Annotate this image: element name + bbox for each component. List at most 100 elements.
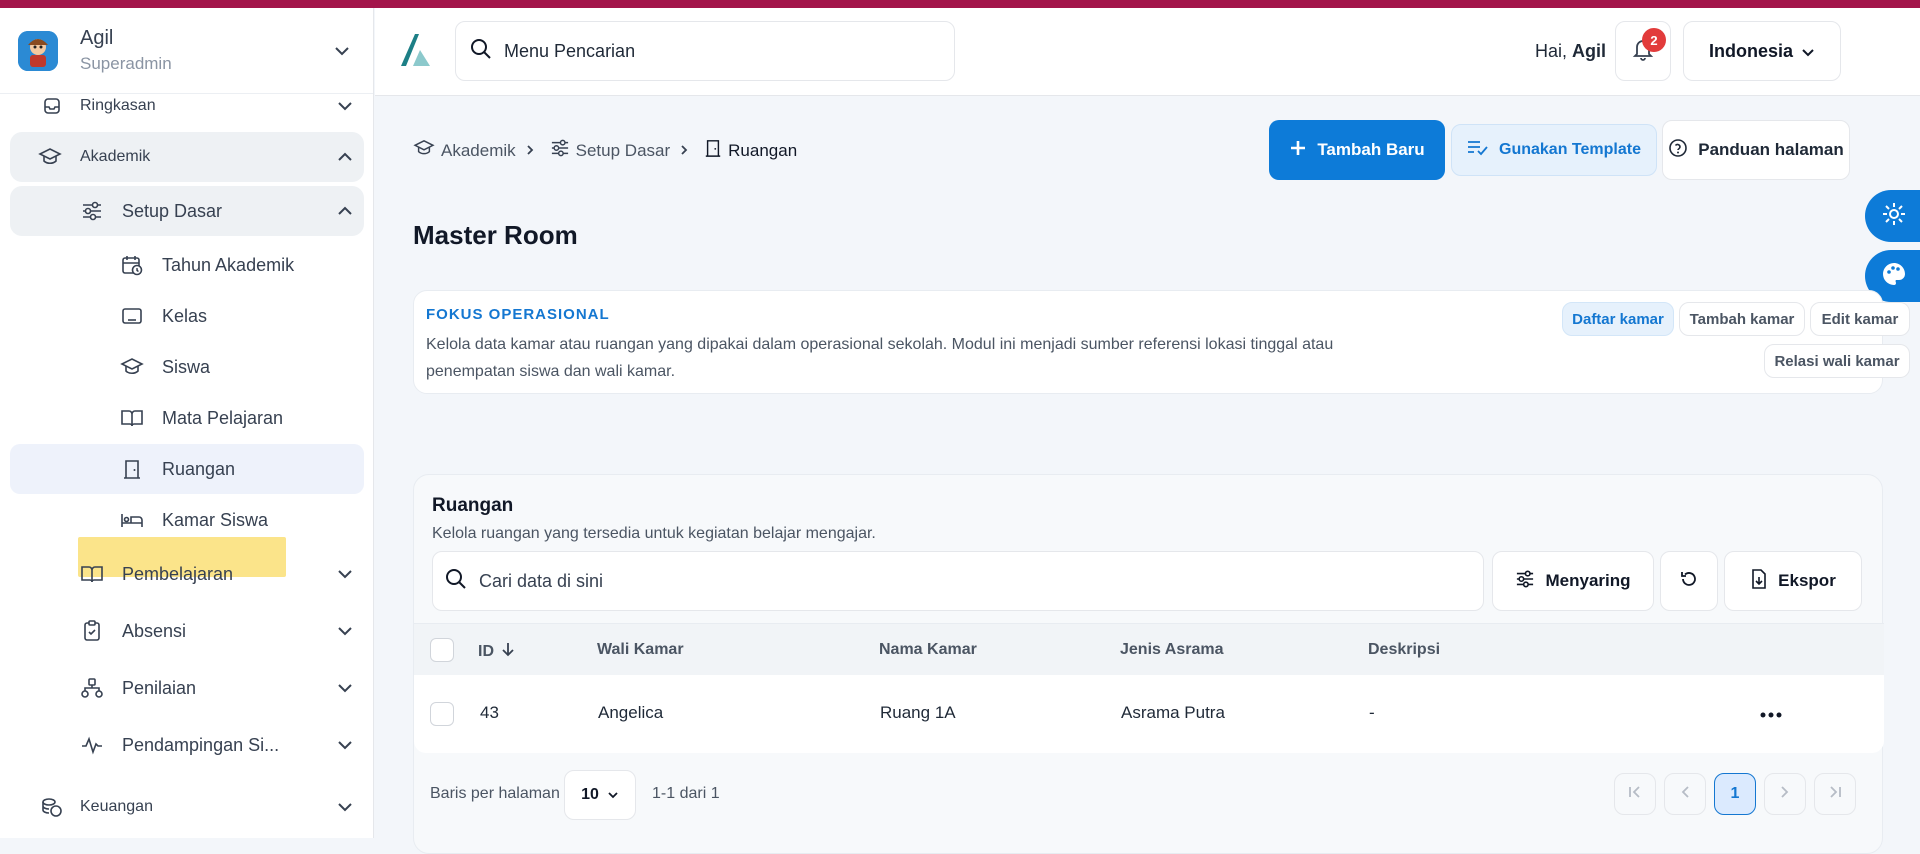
sidebar-item-label: Pembelajaran	[122, 563, 234, 584]
filter-button[interactable]: Menyaring	[1492, 551, 1654, 611]
settings-float-button[interactable]	[1865, 190, 1920, 242]
inbox-icon	[38, 92, 66, 120]
sidebar-item-ringkasan[interactable]: Ringkasan	[10, 86, 364, 126]
chevron-down-icon	[334, 563, 356, 585]
card-title: Ruangan	[432, 495, 514, 516]
refresh-button[interactable]	[1660, 551, 1718, 611]
sidebar-item-mata-pelajaran[interactable]: Mata Pelajaran	[10, 393, 364, 443]
add-new-button[interactable]: Tambah Baru	[1269, 120, 1445, 180]
chip-relasi-wali-kamar[interactable]: Relasi wali kamar	[1764, 344, 1910, 378]
table-search-placeholder: Cari data di sini	[479, 570, 604, 591]
tablet-icon	[118, 302, 146, 330]
language-select[interactable]: Indonesia	[1683, 21, 1841, 81]
sidebar-item-label: Mata Pelajaran	[162, 407, 284, 428]
more-actions-icon[interactable]	[1760, 705, 1782, 723]
sidebar-item-setup-dasar[interactable]: Setup Dasar	[10, 186, 364, 236]
notification-badge: 2	[1642, 28, 1666, 52]
chevron-right-icon	[526, 141, 540, 161]
door-icon	[704, 138, 728, 163]
chip-daftar-kamar[interactable]: Daftar kamar	[1562, 302, 1674, 336]
select-all-checkbox[interactable]	[430, 638, 454, 662]
use-template-button[interactable]: Gunakan Template	[1451, 124, 1657, 176]
export-label: Ekspor	[1778, 571, 1836, 590]
network-icon	[78, 674, 106, 702]
sidebar-item-label: Ruangan	[162, 458, 236, 479]
sidebar-item-keuangan[interactable]: Keuangan	[10, 782, 364, 832]
rows-per-page-select[interactable]: 10	[564, 770, 636, 820]
topbar: Menu Pencarian Hai, Agil 2 Indonesia	[375, 8, 1920, 96]
notification-button[interactable]: 2	[1615, 21, 1671, 81]
sidebar-item-absensi[interactable]: Absensi	[10, 606, 364, 656]
sidebar-item-label: Penilaian	[122, 677, 197, 698]
search-icon	[470, 38, 492, 65]
table-row[interactable]: 43 Angelica Ruang 1A Asrama Putra -	[414, 675, 1884, 753]
use-template-label: Gunakan Template	[1499, 141, 1641, 158]
last-page-button[interactable]	[1814, 773, 1856, 815]
row-checkbox[interactable]	[430, 702, 454, 726]
row-range: 1-1 dari 1	[652, 785, 720, 802]
main-content: Akademik Setup Dasar Ruangan Tambah Baru…	[375, 96, 1920, 854]
user-profile-switcher[interactable]: Agil Superadmin	[0, 8, 373, 94]
sidebar-item-penilaian[interactable]: Penilaian	[10, 663, 364, 713]
first-page-button[interactable]	[1614, 773, 1656, 815]
rows-per-page-value: 10	[581, 786, 599, 803]
rooms-table: ID Wali Kamar Nama Kamar Jenis Asrama De…	[414, 623, 1884, 753]
sidebar-item-label: Ringkasan	[80, 97, 156, 114]
export-button[interactable]: Ekspor	[1724, 551, 1862, 611]
arrow-down-icon	[500, 641, 516, 662]
sidebar-item-tahun-akademik[interactable]: Tahun Akademik	[10, 240, 364, 290]
sidebar-item-pendampingan[interactable]: Pendampingan Si...	[10, 720, 364, 770]
calendar-clock-icon	[118, 251, 146, 279]
focus-tag: FOKUS OPERASIONAL	[426, 306, 610, 323]
sidebar-item-label: Setup Dasar	[122, 200, 223, 221]
column-id-label: ID	[478, 642, 494, 660]
sidebar-item-kelas[interactable]: Kelas	[10, 291, 364, 341]
sidebar-item-akademik[interactable]: Akademik	[10, 132, 364, 182]
plus-icon	[1289, 139, 1307, 162]
greeting-text: Hai,	[1535, 41, 1568, 61]
table-header: ID Wali Kamar Nama Kamar Jenis Asrama De…	[414, 623, 1884, 675]
table-search-input[interactable]: Cari data di sini	[432, 551, 1484, 611]
breadcrumb-akademik[interactable]: Akademik	[441, 141, 516, 161]
cell-deskripsi: -	[1369, 703, 1375, 722]
bed-icon	[118, 506, 146, 534]
chip-tambah-kamar[interactable]: Tambah kamar	[1679, 302, 1805, 336]
chevron-right-icon	[1780, 785, 1790, 804]
sliders-icon	[1515, 570, 1535, 593]
sidebar-item-label: Kelas	[162, 305, 208, 326]
sidebar-item-label: Tahun Akademik	[162, 254, 295, 275]
next-page-button[interactable]	[1764, 773, 1806, 815]
sidebar-item-kamar-siswa[interactable]: Kamar Siswa	[10, 495, 364, 545]
page-title: Master Room	[413, 220, 578, 250]
top-accent-line	[0, 0, 1920, 8]
book-open-icon	[78, 560, 106, 588]
sidebar-item-label: Keuangan	[80, 798, 153, 815]
chevron-up-icon	[334, 200, 356, 222]
column-nama-kamar[interactable]: Nama Kamar	[879, 641, 977, 659]
graduation-cap-icon	[118, 353, 146, 381]
column-jenis-asrama[interactable]: Jenis Asrama	[1120, 641, 1223, 659]
menu-search-input[interactable]: Menu Pencarian	[455, 21, 955, 81]
chip-edit-kamar[interactable]: Edit kamar	[1810, 302, 1910, 336]
sidebar-item-ruangan[interactable]: Ruangan	[10, 444, 364, 494]
sliders-icon	[550, 139, 576, 162]
sidebar-item-siswa[interactable]: Siswa	[10, 342, 364, 392]
file-download-icon	[1750, 568, 1768, 594]
chevron-down-icon	[607, 786, 619, 804]
breadcrumb-setup-dasar[interactable]: Setup Dasar	[576, 141, 671, 161]
page-1-button[interactable]: 1	[1714, 773, 1756, 815]
sidebar-item-pembelajaran[interactable]: Pembelajaran	[10, 549, 364, 599]
column-wali-kamar[interactable]: Wali Kamar	[597, 641, 684, 659]
refresh-icon	[1679, 569, 1699, 594]
column-deskripsi[interactable]: Deskripsi	[1368, 641, 1440, 659]
language-label: Indonesia	[1708, 40, 1793, 61]
help-circle-icon	[1668, 138, 1688, 163]
page-guide-label: Panduan halaman	[1698, 140, 1844, 159]
list-check-icon	[1467, 140, 1489, 161]
chevron-up-icon	[334, 146, 356, 168]
page-guide-button[interactable]: Panduan halaman	[1662, 120, 1850, 180]
prev-page-button[interactable]	[1664, 773, 1706, 815]
activity-icon	[78, 731, 106, 759]
column-id[interactable]: ID	[478, 641, 516, 662]
clipboard-check-icon	[78, 617, 106, 645]
